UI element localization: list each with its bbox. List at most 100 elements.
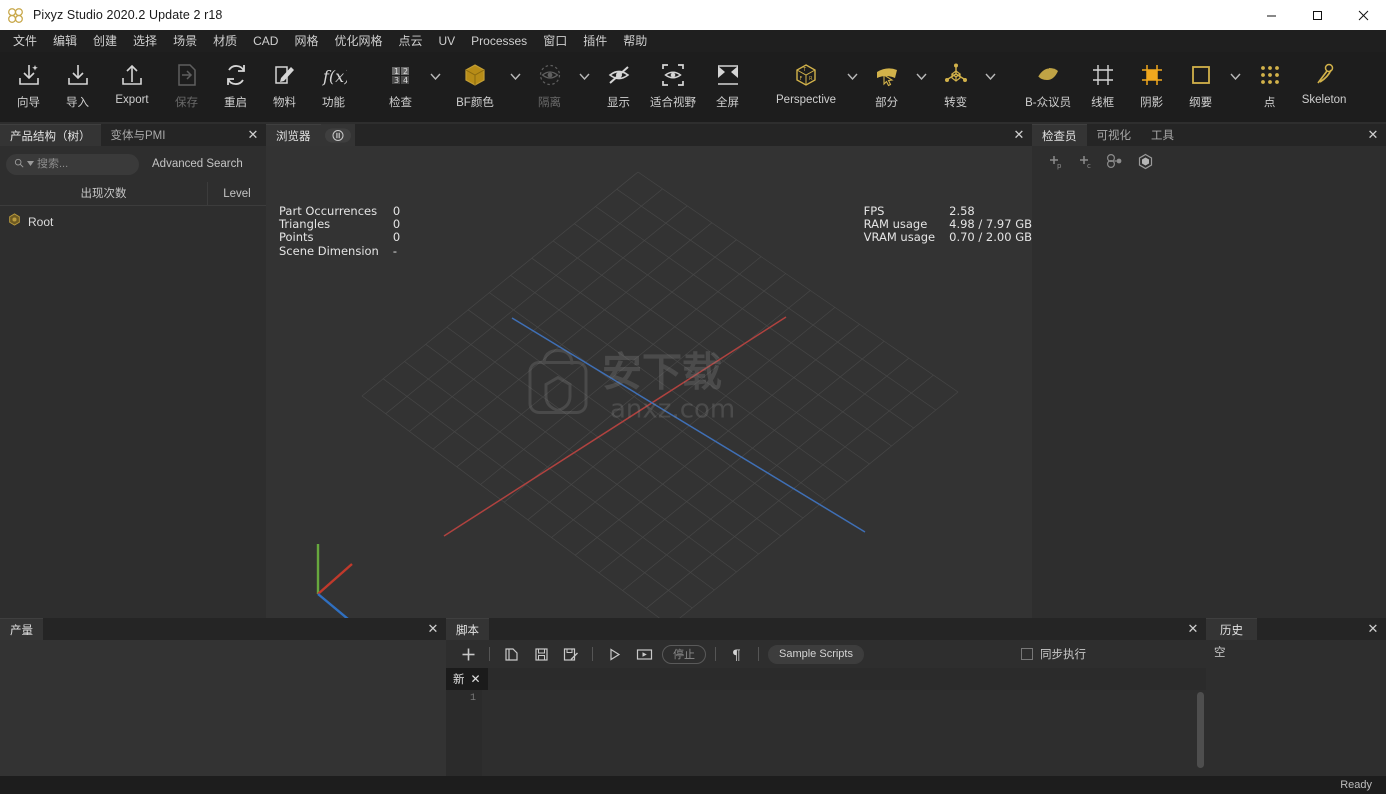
3d-viewport[interactable]: 安下载 anxz.com Part Occurrences 0 Triangles 0… bbox=[266, 146, 1032, 618]
toolbar-button-显示[interactable]: 显示 bbox=[594, 52, 643, 118]
search-box[interactable] bbox=[6, 153, 139, 175]
tab-inspector[interactable]: 检查员 bbox=[1032, 124, 1087, 146]
menu-item-点云[interactable]: 点云 bbox=[390, 31, 430, 51]
toolbar-button-导入[interactable]: 导入 bbox=[53, 52, 102, 118]
script-tab-new[interactable]: 新 ✕ bbox=[446, 668, 488, 690]
svg-text:1: 1 bbox=[394, 67, 399, 76]
chevron-down-icon[interactable] bbox=[505, 52, 525, 118]
column-header-occurrences[interactable]: 出现次数 bbox=[0, 181, 208, 206]
toolbar-button-Export[interactable]: Export bbox=[102, 52, 162, 118]
toolbar-button-部分[interactable]: 部分 bbox=[862, 52, 911, 118]
script-editor[interactable]: 1 bbox=[446, 690, 1206, 776]
close-icon[interactable]: ✕ bbox=[1360, 124, 1386, 146]
node-link-icon[interactable] bbox=[1104, 150, 1126, 172]
menu-item-网格[interactable]: 网格 bbox=[286, 31, 326, 51]
maximize-button[interactable] bbox=[1294, 0, 1340, 30]
close-icon[interactable]: ✕ bbox=[420, 618, 446, 640]
menu-item-创建[interactable]: 创建 bbox=[85, 31, 125, 51]
tab-visualization[interactable]: 可视化 bbox=[1086, 124, 1141, 146]
toolbar-button-物料[interactable]: 物料 bbox=[260, 52, 309, 118]
toolbar-group-1: 向导 导入 Export 保存 重启 物料 f(x) 功能 bbox=[4, 52, 358, 118]
add-property-icon[interactable]: p bbox=[1044, 150, 1066, 172]
svg-text:¶: ¶ bbox=[732, 648, 741, 662]
search-input[interactable] bbox=[37, 158, 131, 170]
chevron-down-icon[interactable] bbox=[980, 52, 1000, 118]
close-icon[interactable]: ✕ bbox=[1006, 124, 1032, 146]
toolbar-button-Perspective[interactable]: T F R Perspective bbox=[770, 52, 842, 118]
chevron-down-icon[interactable] bbox=[842, 52, 862, 118]
chevron-down-icon[interactable] bbox=[1225, 52, 1245, 118]
close-icon[interactable]: ✕ bbox=[1360, 618, 1386, 640]
new-script-icon[interactable] bbox=[456, 643, 480, 665]
menu-item-UV[interactable]: UV bbox=[430, 31, 463, 51]
advanced-search-link[interactable]: Advanced Search bbox=[152, 158, 243, 170]
chevron-down-icon[interactable] bbox=[425, 52, 445, 118]
run-icon[interactable] bbox=[602, 643, 626, 665]
toolbar-button-检查[interactable]: 1 2 3 4 检查 bbox=[376, 52, 425, 118]
save-icon[interactable] bbox=[529, 643, 553, 665]
tab-script[interactable]: 脚本 bbox=[446, 618, 489, 640]
toolbar-group-2: 1 2 3 4 检查 BF颜色 隔离 显示 适合视野 全屏 bbox=[376, 52, 752, 118]
open-file-icon[interactable] bbox=[499, 643, 523, 665]
toolbar-button-Skeleton[interactable]: Skeleton bbox=[1294, 52, 1354, 118]
toolbar-button-阴影[interactable]: 阴影 bbox=[1127, 52, 1176, 118]
history-panel-tabs: 历史 ✕ bbox=[1206, 618, 1386, 640]
code-area[interactable] bbox=[482, 690, 1206, 776]
menu-item-插件[interactable]: 插件 bbox=[575, 31, 615, 51]
menu-item-CAD[interactable]: CAD bbox=[245, 31, 286, 51]
toolbar-button-线框[interactable]: 线框 bbox=[1078, 52, 1127, 118]
toolbar-button-BF颜色[interactable]: BF颜色 bbox=[445, 52, 505, 118]
editor-scrollbar[interactable] bbox=[1197, 692, 1204, 768]
menu-item-文件[interactable]: 文件 bbox=[5, 31, 45, 51]
minimize-button[interactable] bbox=[1248, 0, 1294, 30]
stop-button[interactable]: 停止 bbox=[662, 644, 706, 664]
tab-history[interactable]: 历史 bbox=[1206, 618, 1257, 640]
close-icon[interactable]: ✕ bbox=[471, 672, 481, 686]
close-button[interactable] bbox=[1340, 0, 1386, 30]
tab-tools[interactable]: 工具 bbox=[1141, 124, 1184, 146]
toolbar-button-点[interactable]: 点 bbox=[1245, 52, 1294, 118]
save-as-icon[interactable] bbox=[559, 643, 583, 665]
menu-item-Processes[interactable]: Processes bbox=[463, 31, 535, 51]
viewer-panel-tabs: 浏览器 ✕ bbox=[266, 124, 1032, 146]
sync-execution-row[interactable]: 同步执行 bbox=[1021, 646, 1086, 662]
toolbar-button-转变[interactable]: 转变 bbox=[931, 52, 980, 118]
output-panel-body bbox=[0, 640, 446, 776]
caret-down-icon[interactable] bbox=[27, 160, 34, 168]
column-header-level[interactable]: Level bbox=[208, 182, 266, 206]
toolbar-button-向导[interactable]: 向导 bbox=[4, 52, 53, 118]
toolbar-button-B-众议员[interactable]: B-众议员 bbox=[1018, 52, 1078, 118]
close-icon[interactable]: ✕ bbox=[240, 124, 266, 146]
hex-solid-icon[interactable] bbox=[1134, 150, 1156, 172]
menu-item-帮助[interactable]: 帮助 bbox=[615, 31, 655, 51]
tab-product-structure[interactable]: 产品结构（树） bbox=[0, 124, 101, 146]
menu-item-编辑[interactable]: 编辑 bbox=[45, 31, 85, 51]
toolbar-button-功能[interactable]: f(x) 功能 bbox=[309, 52, 358, 118]
menu-item-材质[interactable]: 材质 bbox=[205, 31, 245, 51]
menu-item-选择[interactable]: 选择 bbox=[125, 31, 165, 51]
tab-viewer[interactable]: 浏览器 bbox=[266, 124, 321, 146]
menu-item-窗口[interactable]: 窗口 bbox=[535, 31, 575, 51]
add-component-icon[interactable]: c bbox=[1074, 150, 1096, 172]
inspector-panel: 检查员 可视化 工具 ✕ p c bbox=[1032, 124, 1386, 618]
toolbar-button-重启[interactable]: 重启 bbox=[211, 52, 260, 118]
sample-scripts-button[interactable]: Sample Scripts bbox=[768, 644, 864, 664]
chevron-down-icon[interactable] bbox=[911, 52, 931, 118]
toolbar-button-纲要[interactable]: 纲要 bbox=[1176, 52, 1225, 118]
close-icon[interactable]: ✕ bbox=[1180, 618, 1206, 640]
tab-output[interactable]: 产量 bbox=[0, 618, 43, 640]
toolbar-button-全屏[interactable]: 全屏 bbox=[703, 52, 752, 118]
toolbar-button-label: 功能 bbox=[322, 97, 345, 109]
sync-execution-checkbox[interactable] bbox=[1021, 648, 1033, 660]
menu-item-优化网格[interactable]: 优化网格 bbox=[326, 31, 390, 51]
menu-item-场景[interactable]: 场景 bbox=[165, 31, 205, 51]
toolbar-button-适合视野[interactable]: 适合视野 bbox=[643, 52, 703, 118]
run-selection-icon[interactable] bbox=[632, 643, 656, 665]
tab-variants-pmi[interactable]: 变体与PMI bbox=[100, 124, 176, 146]
toolbar-button-label: Perspective bbox=[776, 94, 837, 106]
pause-icon[interactable] bbox=[320, 124, 355, 146]
pilcrow-icon[interactable]: ¶ bbox=[725, 643, 749, 665]
output-panel: 产量 ✕ bbox=[0, 618, 446, 776]
chevron-down-icon[interactable] bbox=[574, 52, 594, 118]
tree-node-Root[interactable]: Root bbox=[0, 212, 266, 232]
